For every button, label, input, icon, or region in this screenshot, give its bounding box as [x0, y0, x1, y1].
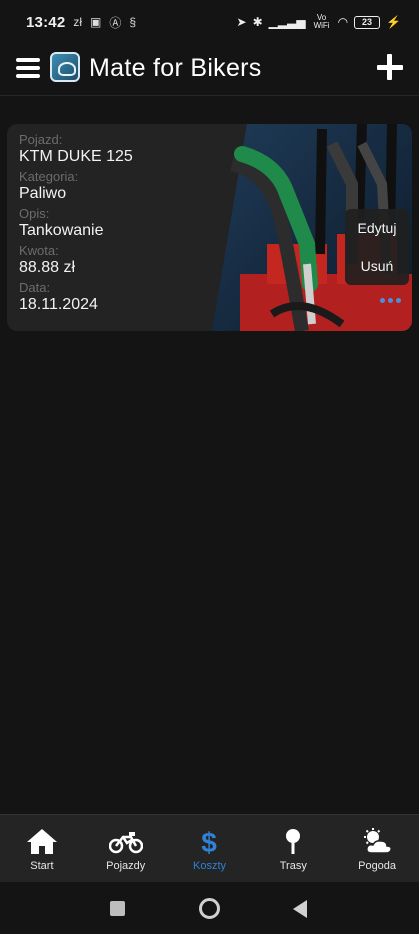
status-right: ➤ ✱ ▁▂▃▅ Vo WiFi ◠ 23 ⚡ [237, 14, 401, 30]
category-label: Kategoria: [19, 169, 79, 184]
signal-icon: ▁▂▃▅ [268, 15, 306, 29]
app-logo [50, 52, 80, 82]
amount-value: 88.88 zł [19, 259, 76, 276]
nav-label-pogoda: Pogoda [358, 860, 397, 872]
more-dots-icon[interactable] [380, 298, 401, 303]
bottom-nav: Start Pojazdy $ Koszty Trasy Pogoda [0, 814, 419, 882]
nav-label-start: Start [30, 860, 54, 872]
nav-label-koszty: Koszty [192, 860, 226, 872]
back-icon[interactable] [293, 900, 307, 918]
wifi-icon: ◠ [337, 15, 349, 29]
home-icon [26, 829, 57, 854]
weather-icon [364, 828, 392, 854]
category-value: Paliwo [19, 185, 67, 202]
nav-label-pojazdy: Pojazdy [106, 860, 146, 872]
recent-apps-icon[interactable] [110, 901, 125, 916]
zl-icon: zł [73, 15, 83, 29]
description-label: Opis: [19, 206, 50, 221]
vehicle-value: KTM DUKE 125 [19, 148, 133, 165]
category-field: Kategoria: Paliwo [19, 169, 133, 204]
motorcycle-icon [108, 832, 143, 854]
map-pin-icon [286, 829, 301, 854]
nav-item-start[interactable]: Start [0, 815, 84, 882]
a-icon: Ⓐ [109, 15, 122, 30]
add-cost-button[interactable] [377, 54, 403, 80]
dollar-icon: $ [202, 827, 218, 855]
system-nav [0, 882, 419, 934]
date-label: Data: [19, 280, 51, 295]
nfc-icon: ▣ [90, 15, 102, 29]
amount-field: Kwota: 88.88 zł [19, 243, 133, 278]
hamburger-menu-icon[interactable] [16, 58, 40, 78]
nav-item-trasy[interactable]: Trasy [251, 815, 335, 882]
app-title: Mate for Bikers [89, 54, 262, 82]
date-value: 18.11.2024 [19, 296, 98, 313]
vehicle-label: Pojazd: [19, 132, 63, 147]
nav-item-pojazdy[interactable]: Pojazdy [84, 815, 168, 882]
date-field: Data: 18.11.2024 [19, 280, 133, 315]
app-header: Mate for Bikers [0, 44, 419, 96]
nav-item-pogoda[interactable]: Pogoda [335, 815, 419, 882]
status-bar: 13:42 zł ▣ Ⓐ § ➤ ✱ ▁▂▃▅ Vo WiFi ◠ 23 ⚡ [0, 0, 419, 44]
status-time: 13:42 [26, 13, 66, 31]
nav-item-koszty[interactable]: $ Koszty [168, 815, 252, 882]
amount-label: Kwota: [19, 243, 59, 258]
status-left: 13:42 zł ▣ Ⓐ § [26, 14, 136, 31]
description-value: Tankowanie [19, 222, 104, 239]
cost-fields: Pojazd: KTM DUKE 125 Kategoria: Paliwo O… [19, 132, 133, 317]
bluetooth-icon: ✱ [252, 15, 263, 29]
delete-button[interactable]: Usuń [345, 247, 409, 285]
edit-button[interactable]: Edytuj [345, 209, 409, 247]
card-context-menu: Edytuj Usuń [345, 209, 409, 285]
vowifi-icon: Vo WiFi [313, 13, 330, 30]
home-circle-icon[interactable] [199, 898, 220, 919]
location-icon: ➤ [236, 15, 247, 29]
battery-icon: 23 [354, 15, 381, 29]
nav-label-trasy: Trasy [279, 860, 307, 872]
description-field: Opis: Tankowanie [19, 206, 133, 241]
charging-icon: ⚡ [386, 15, 401, 29]
svg-text:$: $ [202, 827, 218, 855]
s-icon: § [129, 15, 137, 29]
vehicle-field: Pojazd: KTM DUKE 125 [19, 132, 133, 167]
